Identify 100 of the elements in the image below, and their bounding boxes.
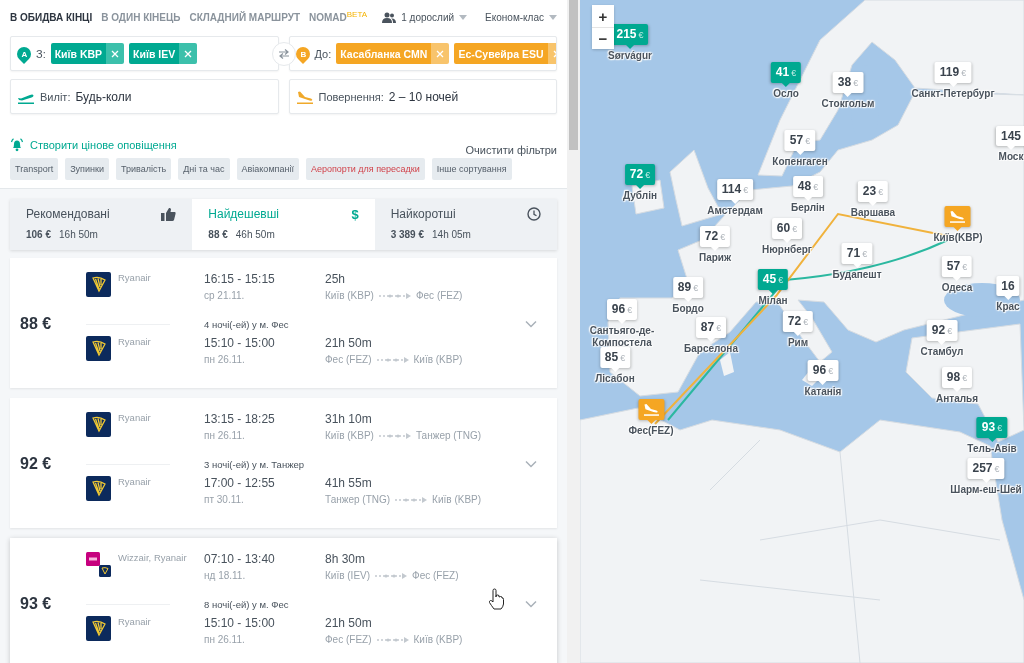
airport-field[interactable]: A З: Київ KBP Київ IEV <box>10 36 279 71</box>
caret-icon <box>459 14 468 20</box>
flight-duration: 31h 10m <box>325 412 373 426</box>
scrollbar-thumb[interactable] <box>569 0 578 150</box>
city-label: Бордо <box>672 303 704 315</box>
cabin-class-dropdown[interactable]: Економ-клас <box>485 11 544 23</box>
city-label: Стокгольм <box>821 98 875 110</box>
sort-tab[interactable]: Найдешевші $ 88 € 46h 50m <box>192 199 375 250</box>
caret-icon <box>549 14 557 20</box>
filter-button[interactable]: Дні та час <box>178 158 230 180</box>
flight-times: 13:15 - 18:25 <box>204 412 276 426</box>
landing-plane-icon <box>950 210 966 223</box>
chevron-down-icon[interactable] <box>525 600 537 608</box>
airport-chip: Ес-Сувейра ESU <box>454 43 548 64</box>
flight-card[interactable]: 92 € Ryanair 13:15 - 18:25 пн 26.11. 31h 10m Київ (KBP) Танжер (TNG) 3 ночі(-ей) у м. Танжер Ryanair 17:00 - 12:55 пт 30.11. 41h 55m Танжер (TNG) Київ (KBP) <box>10 398 557 528</box>
airport-name: Київ (IEV) <box>325 570 371 581</box>
airport-field[interactable]: B До: Касабланка CMN Ес-Сувейра ESU <box>288 36 557 71</box>
remove-chip-button[interactable] <box>106 43 125 64</box>
city-label: Дублін <box>623 190 657 202</box>
sort-tab-label: Рекомендовані <box>26 207 111 222</box>
route-arrow-icon <box>375 356 410 363</box>
city-label: Тель-Авів <box>967 443 1017 455</box>
city-label: Будапешт <box>832 269 882 281</box>
sort-tab-label: Найдешевші <box>208 207 280 222</box>
landing-icon <box>295 89 314 104</box>
city-label: Берлін <box>791 202 825 214</box>
flight-price: 93 € <box>19 595 53 613</box>
filter-button[interactable]: Інше сортування <box>431 158 512 180</box>
flight-date: пн 26.11. <box>204 430 246 441</box>
field-label: З: <box>36 47 46 60</box>
city-label: Київ(KBP) <box>933 232 983 244</box>
filter-button[interactable]: Тривалість <box>115 158 172 180</box>
city-label: Стамбул <box>920 346 964 358</box>
city-label: Sørvágur <box>608 50 652 62</box>
city-label: Амстердам <box>707 205 763 217</box>
city-label: Варшава <box>850 207 896 219</box>
harp-logo-icon <box>86 616 111 641</box>
field-label: Виліт: <box>40 90 71 103</box>
airport-name: Фес (FEZ) <box>325 634 372 645</box>
sort-tab[interactable]: Рекомендовані 106 € 16h 50m <box>10 199 193 250</box>
chevron-down-icon[interactable] <box>525 460 537 468</box>
hand-cursor-icon <box>488 588 504 610</box>
passengers-dropdown[interactable]: 1 дорослий <box>401 11 455 23</box>
flight-date: пн 26.11. <box>204 354 246 365</box>
filter-button[interactable]: Зупинки <box>65 158 109 180</box>
flight-date: нд 18.11. <box>204 570 247 581</box>
zoom-out-button[interactable]: − <box>592 27 614 49</box>
bell-icon <box>10 138 24 152</box>
dollar-icon: $ <box>351 207 359 222</box>
city-label: Рим <box>787 337 809 349</box>
zoom-in-button[interactable]: + <box>592 5 614 27</box>
remove-chip-button[interactable] <box>179 43 198 64</box>
route-arrow-icon <box>374 572 409 579</box>
tab-price: 3 389 € <box>390 228 425 240</box>
flight-date: пн 26.11. <box>204 634 246 645</box>
tab-duration: 14h 05m <box>432 228 471 240</box>
flight-duration: 21h 50m <box>325 336 373 350</box>
close-icon <box>111 49 120 58</box>
city-label: Одеса <box>941 282 973 294</box>
flight-times: 15:10 - 15:00 <box>204 336 276 350</box>
filter-button[interactable]: Авіакомпанії <box>236 158 299 180</box>
field-label: Повернення: <box>318 90 384 103</box>
airport-chip: Касабланка CMN <box>336 43 432 64</box>
airline-name: Ryanair <box>118 616 152 629</box>
city-label: Моск <box>998 151 1024 163</box>
thumbs-up-icon <box>161 207 177 221</box>
filter-button[interactable]: Transport <box>10 158 59 180</box>
airline-name: Wizzair, Ryanair <box>118 552 188 565</box>
flight-times: 16:15 - 15:15 <box>204 272 276 286</box>
flight-card[interactable]: 93 € Wizzair, Ryanair 07:10 - 13:40 нд 18.11. 8h 30m Київ (IEV) Фес (FEZ) 8 ночі(-ей) у м. Фес Ryanair 15:10 - 15:00 пн 26.11. 21h 50m Фес (FEZ) Київ (KBP) <box>10 538 557 663</box>
people-icon <box>382 11 397 23</box>
trip-type-tab[interactable]: В ОБИДВА КІНЦІ <box>10 11 93 23</box>
field-label: До: <box>314 47 332 60</box>
flight-price: 92 € <box>19 455 53 473</box>
airport-name: Київ (KBP) <box>432 494 482 505</box>
close-icon <box>436 49 445 58</box>
airline-name: Ryanair <box>118 272 152 285</box>
close-icon <box>184 49 193 58</box>
remove-chip-button[interactable] <box>431 43 450 64</box>
flight-date: пт 30.11. <box>204 494 245 505</box>
airport-name: Київ (KBP) <box>325 430 374 441</box>
sort-tab-label: Найкоротші <box>390 207 457 222</box>
airline-name: Ryanair <box>118 476 152 489</box>
filter-button[interactable]: Аеропорти для пересадки <box>305 158 425 180</box>
flight-times: 17:00 - 12:55 <box>204 476 276 490</box>
clear-filters-link[interactable]: Очистити фільтри <box>465 144 557 156</box>
date-field[interactable]: Повернення: 2 – 10 ночей <box>288 79 557 114</box>
tab-price: 88 € <box>208 229 228 240</box>
chevron-down-icon[interactable] <box>525 320 537 328</box>
flight-card[interactable]: 88 € Ryanair 16:15 - 15:15 ср 21.11. 25h Київ (KBP) Фес (FEZ) 4 ночі(-ей) у м. Фес Ryanair 15:10 - 15:00 пн 26.11. 21h 50m Фес (FEZ) Київ (KBP) <box>10 258 557 388</box>
date-field[interactable]: Виліт: Будь-коли <box>10 79 279 114</box>
flight-duration: 25h <box>325 272 347 286</box>
harp-logo-icon <box>86 412 111 437</box>
city-label: Осло <box>773 88 799 100</box>
city-label: Крас <box>996 301 1020 313</box>
sort-tab[interactable]: Найкоротші 3 389 € 14h 05m <box>374 199 557 250</box>
scrollbar[interactable] <box>567 0 580 663</box>
route-arrow-icon <box>375 636 410 643</box>
airline-name: Ryanair <box>118 412 152 425</box>
harp-logo-icon <box>86 336 111 361</box>
